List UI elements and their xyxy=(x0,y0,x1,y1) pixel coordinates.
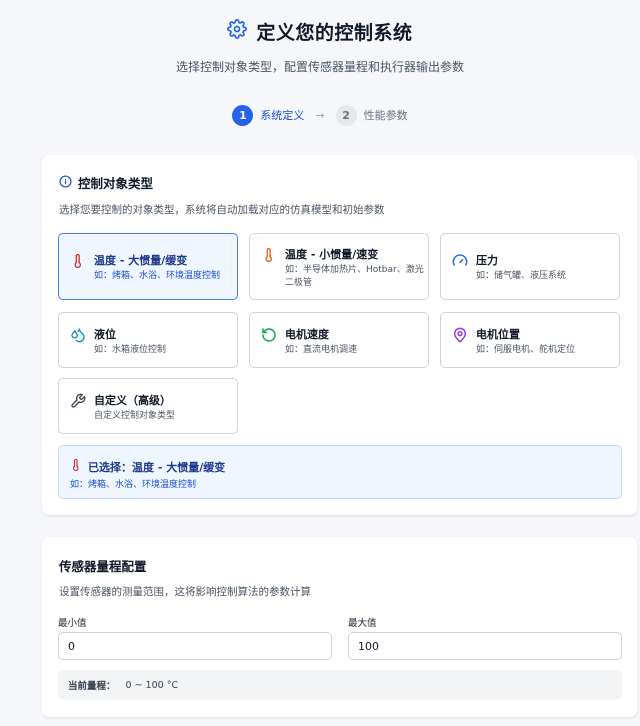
thermometer-icon xyxy=(70,253,86,269)
selected-label: 已选择：温度 - 大惯量/缓变 xyxy=(70,458,225,475)
option-desc: 如：水箱液位控制 xyxy=(94,345,167,355)
option-name: 电机速度 xyxy=(285,328,329,341)
option-name: 液位 xyxy=(94,328,116,341)
title-row: 定义您的控制系统 xyxy=(0,18,640,44)
plant-type-description: 选择您要控制的对象类型，系统将自动加载对应的仿真模型和初始参数 xyxy=(59,204,385,216)
info-icon xyxy=(59,174,72,191)
thermometer-icon xyxy=(261,247,277,263)
option-name: 电机位置 xyxy=(476,328,520,341)
option-desc: 如：直流电机调速 xyxy=(285,345,358,355)
gear-icon xyxy=(227,19,248,43)
max-value-input[interactable] xyxy=(348,632,622,660)
sensor-range-card: 传感器量程配置 设置传感器的测量范围，这将影响控制算法的参数计算 最小值 最大值… xyxy=(42,537,637,717)
option-name: 温度 - 大惯量/缓变 xyxy=(94,254,188,267)
option-motor-position[interactable]: 电机位置 如：伺服电机、舵机定位 xyxy=(440,312,620,368)
option-custom[interactable]: 自定义（高级） 自定义控制对象类型 xyxy=(58,378,238,434)
arrow-right-icon: → xyxy=(315,108,325,122)
min-value-input[interactable] xyxy=(58,632,332,660)
step-system-definition[interactable]: 1 系统定义 xyxy=(232,104,305,126)
selected-summary: 已选择：温度 - 大惯量/缓变 如：烤箱、水浴、环境温度控制 xyxy=(58,445,622,499)
gauge-icon xyxy=(452,253,468,269)
min-value-label: 最小值 xyxy=(58,618,87,629)
option-pressure[interactable]: 压力 如：储气罐、液压系统 xyxy=(440,233,620,300)
page-title: 定义您的控制系统 xyxy=(256,21,413,44)
step-number: 2 xyxy=(335,104,357,126)
option-motor-speed[interactable]: 电机速度 如：直流电机调速 xyxy=(249,312,429,368)
sensor-range-description: 设置传感器的测量范围，这将影响控制算法的参数计算 xyxy=(59,586,311,598)
step-indicator: 1 系统定义 → 2 性能参数 xyxy=(0,104,640,126)
page-header: 定义您的控制系统 选择控制对象类型，配置传感器量程和执行器输出参数 1 系统定义… xyxy=(0,0,640,126)
option-desc: 如：烤箱、水浴、环境温度控制 xyxy=(94,271,221,281)
rotate-icon xyxy=(261,327,277,343)
option-name: 自定义（高级） xyxy=(94,394,171,407)
thermometer-icon xyxy=(70,458,82,475)
option-level[interactable]: 液位 如：水箱液位控制 xyxy=(58,312,238,368)
step-label: 系统定义 xyxy=(260,109,305,122)
sensor-range-title: 传感器量程配置 xyxy=(59,559,147,574)
option-desc: 如：半导体加热片、Hotbar、激光二极管 xyxy=(285,265,424,288)
option-desc: 自定义控制对象类型 xyxy=(94,411,176,421)
page-subtitle: 选择控制对象类型，配置传感器量程和执行器输出参数 xyxy=(175,60,464,74)
option-name: 温度 - 小惯量/速变 xyxy=(285,248,379,261)
option-desc: 如：伺服电机、舵机定位 xyxy=(476,345,576,355)
max-value-label: 最大值 xyxy=(348,618,377,629)
step-number: 1 xyxy=(232,104,254,126)
option-desc: 如：储气罐、液压系统 xyxy=(476,271,567,281)
step-performance-params[interactable]: 2 性能参数 xyxy=(335,104,408,126)
plant-type-title: 控制对象类型 xyxy=(59,173,153,192)
option-name: 压力 xyxy=(476,254,498,267)
step-label: 性能参数 xyxy=(363,109,408,122)
option-temp-slow[interactable]: 温度 - 大惯量/缓变 如：烤箱、水浴、环境温度控制 xyxy=(58,233,238,300)
map-pin-icon xyxy=(452,327,468,343)
current-range-value: 0 ~ 100 °C xyxy=(125,679,179,691)
option-temp-fast[interactable]: 温度 - 小惯量/速变 如：半导体加热片、Hotbar、激光二极管 xyxy=(249,233,429,300)
current-range-label: 当前量程： xyxy=(68,681,116,692)
wrench-icon xyxy=(70,393,86,409)
selected-desc: 如：烤箱、水浴、环境温度控制 xyxy=(70,480,197,490)
plant-type-card: 控制对象类型 选择您要控制的对象类型，系统将自动加载对应的仿真模型和初始参数 温… xyxy=(42,155,637,515)
current-range: 当前量程： 0 ~ 100 °C xyxy=(58,670,622,700)
droplets-icon xyxy=(70,327,86,343)
